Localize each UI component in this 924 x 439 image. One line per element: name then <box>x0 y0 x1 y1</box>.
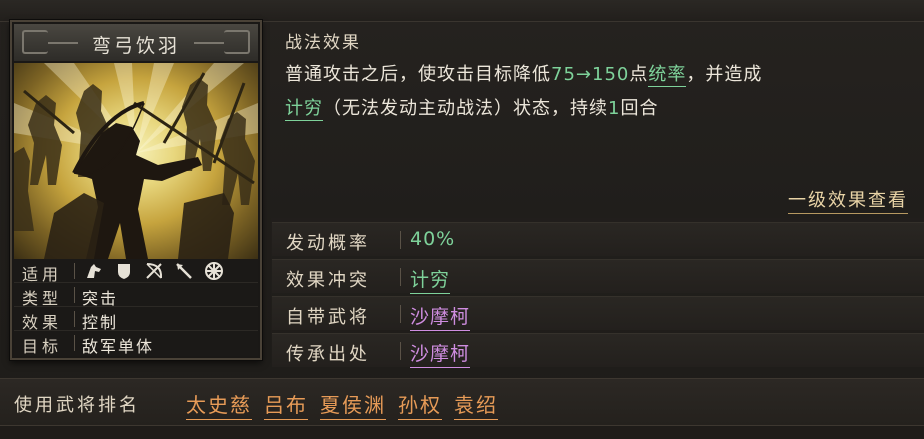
effect-text: （无法发动主动战法）状态，持续 <box>323 98 608 119</box>
info-value: 突击 <box>82 289 119 308</box>
troop-type-icons <box>84 261 224 281</box>
ranking-label: 使用武将排名 <box>14 395 140 416</box>
attr-key: 效果冲突 <box>286 270 370 291</box>
info-row-effect: 效果 控制 <box>14 307 258 332</box>
archer-icon <box>144 261 164 281</box>
effect-panel: 战法效果 普通攻击之后，使攻击目标降低75→150点统率，并造成 计穷（无法发动… <box>270 22 924 218</box>
general-link[interactable]: 吕布 <box>264 389 308 420</box>
general-link[interactable]: 孙权 <box>398 389 442 420</box>
spear-icon <box>174 261 194 281</box>
info-value: 敌军单体 <box>82 337 155 356</box>
effect-description-line-1: 普通攻击之后，使攻击目标降低75→150点统率，并造成 <box>285 60 763 87</box>
attr-key: 传承出处 <box>286 344 370 365</box>
info-value: 控制 <box>82 313 119 332</box>
general-ranking-bar: 使用武将排名 太史慈 吕布 夏侯渊 孙权 袁绍 <box>0 378 924 426</box>
info-separator <box>74 263 75 279</box>
bottom-edge <box>0 427 924 439</box>
effect-text: 点 <box>629 64 649 85</box>
effect-text: ，并造成 <box>686 64 763 85</box>
skill-name: 弯弓饮羽 <box>91 35 180 57</box>
info-separator <box>74 287 75 303</box>
ranking-generals-list: 太史慈 吕布 夏侯渊 孙权 袁绍 <box>186 389 498 420</box>
attr-separator <box>400 342 401 360</box>
effect-text: 普通攻击之后，使攻击目标降低 <box>285 64 551 85</box>
skill-illustration-art <box>14 63 258 259</box>
innate-general-link[interactable]: 沙摩柯 <box>410 302 471 331</box>
general-link[interactable]: 太史慈 <box>186 389 252 420</box>
info-separator <box>74 311 75 327</box>
info-key: 目标 <box>22 337 63 356</box>
top-strip <box>0 0 924 22</box>
keyword-command-stat[interactable]: 统率 <box>648 64 687 87</box>
stat-reduction-value: 75→150 <box>551 64 630 85</box>
attr-separator <box>400 268 401 286</box>
info-row-target: 目标 敌军单体 <box>14 331 258 356</box>
siege-wheel-icon <box>204 261 224 281</box>
attr-row-trigger-rate: 发动概率 40% <box>272 222 924 256</box>
attr-key: 自带武将 <box>286 307 370 328</box>
inherit-source-link[interactable]: 沙摩柯 <box>410 339 471 368</box>
level-1-effect-link[interactable]: 一级效果查看 <box>788 186 908 214</box>
title-ornament-right <box>224 30 250 54</box>
general-link[interactable]: 夏侯渊 <box>320 389 386 420</box>
attr-row-effect-conflict: 效果冲突 计穷 <box>272 259 924 294</box>
info-key: 效果 <box>22 313 63 332</box>
title-ornament-line-right <box>194 42 224 44</box>
skill-illustration <box>14 63 258 259</box>
attr-row-innate-general: 自带武将 沙摩柯 <box>272 296 924 331</box>
effect-conflict-link[interactable]: 计穷 <box>410 265 451 294</box>
info-key: 适用 <box>22 265 63 284</box>
attr-key: 发动概率 <box>286 233 370 254</box>
skill-detail-window: 弯弓饮羽 适用 类型 突击 效果 控制 目标 敌军单体 战法效果 普通攻击之后，… <box>0 0 924 439</box>
skill-info-table: 适用 类型 突击 效果 控制 目标 敌军单体 <box>14 259 258 356</box>
keyword-status-silence[interactable]: 计穷 <box>285 98 323 121</box>
general-link[interactable]: 袁绍 <box>454 389 498 420</box>
attr-row-inherit-source: 传承出处 沙摩柯 <box>272 333 924 368</box>
info-separator <box>74 335 75 351</box>
duration-value: 1 <box>608 98 621 119</box>
info-row-troops: 适用 <box>14 259 258 284</box>
trigger-rate-value: 40% <box>410 228 456 250</box>
info-key: 类型 <box>22 289 63 308</box>
info-row-type: 类型 突击 <box>14 283 258 308</box>
effect-description-line-2: 计穷（无法发动主动战法）状态，持续1回合 <box>285 94 659 121</box>
skill-card: 弯弓饮羽 适用 类型 突击 效果 控制 目标 敌军单体 <box>10 20 262 360</box>
effect-heading: 战法效果 <box>285 33 361 53</box>
cavalry-icon <box>84 261 104 281</box>
effect-text: 回合 <box>620 98 659 119</box>
attr-separator <box>400 231 401 249</box>
attr-separator <box>400 305 401 323</box>
card-title-bar: 弯弓饮羽 <box>14 24 258 62</box>
shield-icon <box>114 261 134 281</box>
